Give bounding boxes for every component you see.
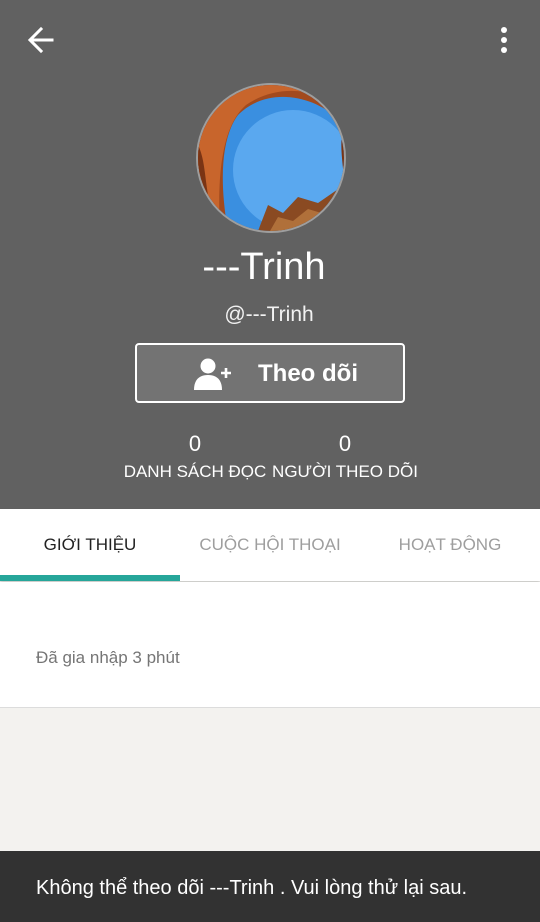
more-vertical-icon (501, 27, 507, 53)
more-options-button[interactable] (488, 22, 520, 58)
followers-label: NGƯỜI THEO DÕI (272, 462, 418, 481)
snackbar-message: Không thể theo dõi ---Trinh . Vui lòng t… (36, 877, 468, 899)
profile-header: ---Trinh @---Trinh Theo dõi 0 DANH SÁCH … (0, 0, 540, 509)
reading-lists-stat[interactable]: 0 DANH SÁCH ĐỌC (120, 430, 270, 484)
followers-stat[interactable]: 0 NGƯỜI THEO DÕI (270, 430, 420, 484)
tab-about[interactable]: GIỚI THIỆU (0, 509, 180, 581)
add-user-icon (194, 358, 231, 390)
active-tab-indicator (0, 575, 180, 581)
about-section: Đã gia nhập 3 phút (0, 582, 540, 708)
avatar (196, 83, 346, 233)
follow-button-label: Theo dõi (258, 360, 358, 387)
reading-lists-count: 0 (188, 431, 202, 456)
display-name: ---Trinh (202, 246, 326, 288)
snackbar: Không thể theo dõi ---Trinh . Vui lòng t… (0, 851, 540, 922)
tab-activity[interactable]: HOẠT ĐỘNG (360, 509, 540, 581)
joined-text: Đã gia nhập 3 phút (36, 648, 180, 667)
username: @---Trinh (224, 303, 314, 326)
reading-lists-label: DANH SÁCH ĐỌC (123, 462, 267, 481)
back-arrow-icon (27, 26, 54, 54)
profile-tabs: GIỚI THIỆU CUỘC HỘI THOẠI HOẠT ĐỘNG (0, 509, 540, 581)
follow-button[interactable]: Theo dõi (135, 343, 405, 403)
followers-count: 0 (338, 431, 352, 456)
back-button[interactable] (22, 22, 62, 58)
tab-conversations[interactable]: CUỘC HỘI THOẠI (180, 509, 360, 581)
